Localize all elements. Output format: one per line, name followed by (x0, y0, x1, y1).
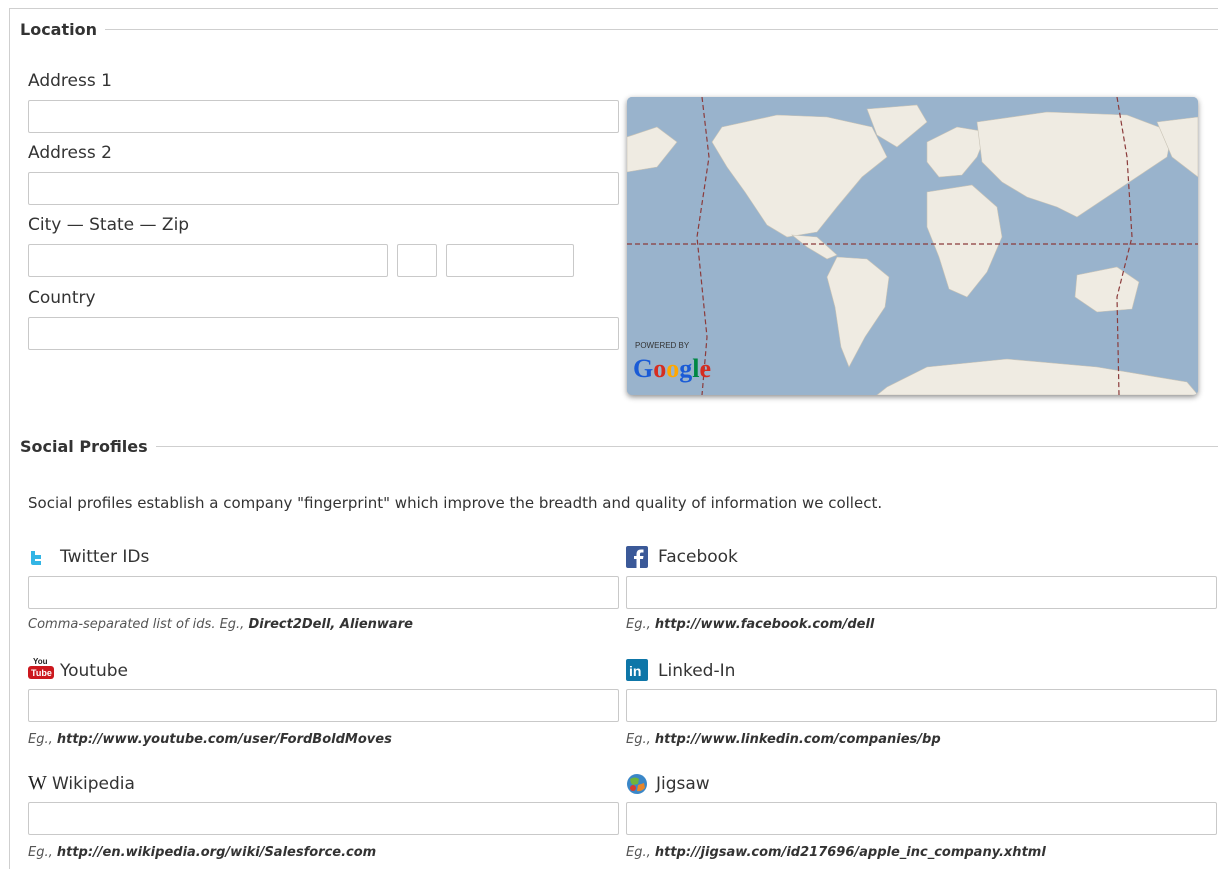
linkedin-label: Linked-In (658, 661, 736, 681)
twitter-hint-prefix: Comma-separated list of ids. Eg., (28, 617, 249, 632)
facebook-hint: Eg., http://www.facebook.com/dell (626, 617, 874, 632)
facebook-hint-example: http://www.facebook.com/dell (654, 617, 875, 632)
world-map-image: POWERED BY Google (627, 97, 1198, 395)
svg-text:You: You (33, 657, 48, 666)
social-description: Social profiles establish a company "fin… (28, 494, 883, 512)
social-profiles-legend-text: Social Profiles (20, 437, 148, 456)
twitter-hint-example: Direct2Dell, Alienware (248, 617, 413, 632)
twitter-ids-input[interactable] (28, 576, 619, 609)
address2-input[interactable] (28, 172, 619, 205)
country-input[interactable] (28, 317, 619, 350)
zip-input[interactable] (446, 244, 574, 277)
country-label: Country (28, 288, 96, 308)
youtube-label: Youtube (60, 661, 128, 681)
jigsaw-input[interactable] (626, 802, 1217, 835)
twitter-hint: Comma-separated list of ids. Eg., Direct… (28, 617, 413, 632)
youtube-input[interactable] (28, 689, 619, 722)
wikipedia-icon: W (28, 772, 47, 794)
location-legend-text: Location (20, 20, 97, 39)
wikipedia-input[interactable] (28, 802, 619, 835)
city-state-zip-label: City — State — Zip (28, 215, 190, 235)
youtube-hint-prefix: Eg., (28, 732, 57, 747)
linkedin-icon: in (626, 659, 648, 685)
jigsaw-hint-example: http://jigsaw.com/id217696/apple_inc_com… (654, 845, 1046, 860)
wikipedia-label: Wikipedia (52, 774, 135, 794)
jigsaw-icon (626, 773, 648, 799)
svg-text:Tube: Tube (31, 668, 52, 678)
youtube-hint: Eg., http://www.youtube.com/user/FordBol… (28, 732, 392, 747)
powered-by-text: POWERED BY (635, 341, 690, 350)
jigsaw-hint: Eg., http://jigsaw.com/id217696/apple_in… (626, 845, 1046, 860)
svg-text:in: in (629, 663, 641, 679)
facebook-icon (626, 546, 648, 572)
wikipedia-hint: Eg., http://en.wikipedia.org/wiki/Salesf… (28, 845, 376, 860)
linkedin-input[interactable] (626, 689, 1217, 722)
linkedin-hint-prefix: Eg., (626, 732, 655, 747)
youtube-hint-example: http://www.youtube.com/user/FordBoldMove… (56, 732, 392, 747)
facebook-hint-prefix: Eg., (626, 617, 655, 632)
facebook-label: Facebook (658, 547, 738, 567)
state-input[interactable] (397, 244, 437, 277)
address1-label: Address 1 (28, 71, 112, 91)
city-input[interactable] (28, 244, 388, 277)
location-map[interactable]: POWERED BY Google (627, 97, 1198, 395)
google-logo: Google (633, 354, 711, 383)
address2-label: Address 2 (28, 143, 112, 163)
jigsaw-label: Jigsaw (656, 774, 710, 794)
youtube-icon: You Tube (28, 655, 54, 683)
twitter-icon (28, 550, 44, 570)
linkedin-hint-example: http://www.linkedin.com/companies/bp (654, 732, 941, 747)
wikipedia-hint-prefix: Eg., (28, 845, 57, 860)
linkedin-hint: Eg., http://www.linkedin.com/companies/b… (626, 732, 941, 747)
address1-input[interactable] (28, 100, 619, 133)
facebook-input[interactable] (626, 576, 1217, 609)
social-profiles-legend: Social Profiles (20, 437, 1218, 456)
wikipedia-hint-example: http://en.wikipedia.org/wiki/Salesforce.… (56, 845, 377, 860)
location-legend: Location (20, 20, 1218, 39)
twitter-label: Twitter IDs (60, 547, 150, 567)
jigsaw-hint-prefix: Eg., (626, 845, 655, 860)
